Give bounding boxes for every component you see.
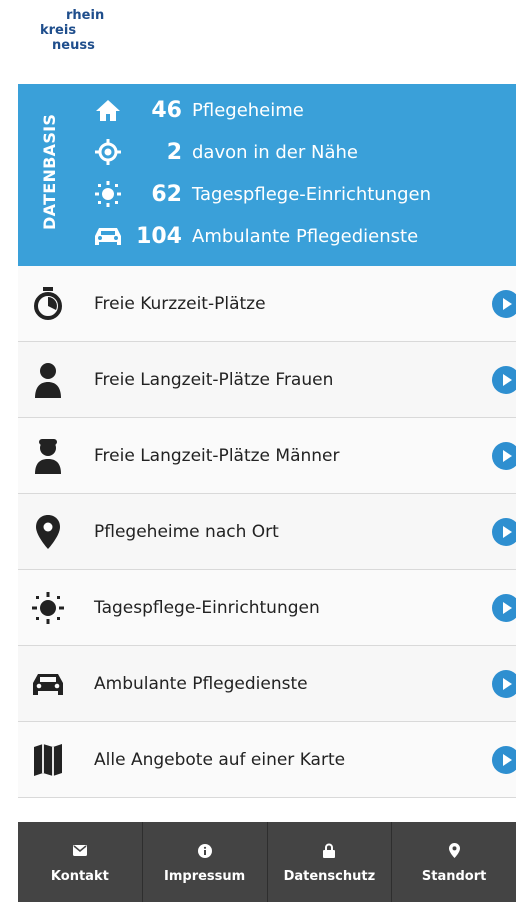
footer-nav: Kontakt Impressum Datenschutz Standort — [18, 822, 516, 902]
rhein-kreis-neuss-logo: rhein kreis neuss — [30, 8, 150, 66]
menu-list: Freie Kurzzeit-Plätze Freie Langzeit-Plä… — [18, 266, 516, 798]
car-icon — [22, 658, 74, 710]
menu-item-pflegeheime-ort[interactable]: Pflegeheime nach Ort — [18, 494, 516, 570]
stat-value: 46 — [151, 97, 182, 123]
footer-tab-impressum[interactable]: Impressum — [143, 822, 268, 902]
car-icon — [88, 216, 128, 256]
panel-label: DATENBASIS — [40, 113, 59, 230]
arrow-right-icon[interactable] — [492, 289, 516, 318]
menu-item-label: Freie Kurzzeit-Plätze — [94, 293, 266, 314]
man-icon — [22, 430, 74, 482]
map-icon — [22, 734, 74, 786]
footer-tab-datenschutz[interactable]: Datenschutz — [268, 822, 393, 902]
footer-tab-standort[interactable]: Standort — [392, 822, 516, 902]
stat-label: Tagespflege-Einrichtungen — [192, 183, 432, 205]
sun-icon — [22, 582, 74, 634]
menu-item-karte[interactable]: Alle Angebote auf einer Karte — [18, 722, 516, 798]
logo-line-1: rhein — [66, 8, 105, 23]
map-pin-icon — [22, 506, 74, 558]
map-pin-icon — [444, 841, 464, 861]
woman-icon — [22, 354, 74, 406]
stat-row-tagespflege: 62 Tagespflege-Einrichtungen — [88, 174, 431, 214]
arrow-right-icon[interactable] — [492, 669, 516, 698]
stat-row-ambulant: 104 Ambulante Pflegedienste — [88, 216, 418, 256]
menu-item-label: Alle Angebote auf einer Karte — [94, 749, 346, 770]
stat-value: 104 — [136, 223, 182, 249]
sun-icon — [88, 174, 128, 214]
menu-item-langzeit-frauen[interactable]: Freie Langzeit-Plätze Frauen — [18, 342, 516, 418]
stopwatch-icon — [22, 278, 74, 330]
arrow-right-icon[interactable] — [492, 365, 516, 394]
footer-tab-label: Standort — [421, 868, 487, 884]
menu-item-tagespflege[interactable]: Tagespflege-Einrichtungen — [18, 570, 516, 646]
arrow-right-icon[interactable] — [492, 745, 516, 774]
footer-tab-label: Kontakt — [50, 868, 109, 884]
logo-line-3: neuss — [52, 38, 95, 53]
menu-item-langzeit-maenner[interactable]: Freie Langzeit-Plätze Männer — [18, 418, 516, 494]
logo-line-2: kreis — [40, 23, 77, 38]
footer-tab-label: Datenschutz — [283, 868, 376, 884]
stat-label: Pflegeheime — [192, 99, 304, 121]
arrow-right-icon[interactable] — [492, 593, 516, 622]
data-overview-panel: DATENBASIS 46 Pflegeheime 2 davon in der… — [18, 84, 516, 266]
menu-item-label: Pflegeheime nach Ort — [94, 521, 279, 542]
footer-tab-label: Impressum — [164, 868, 246, 884]
footer-tab-kontakt[interactable]: Kontakt — [18, 822, 143, 902]
stat-row-nearby: 2 davon in der Nähe — [88, 132, 358, 172]
info-icon — [195, 841, 215, 861]
menu-item-label: Ambulante Pflegedienste — [94, 673, 308, 694]
menu-item-label: Freie Langzeit-Plätze Männer — [94, 445, 340, 466]
lock-icon — [319, 841, 339, 861]
stat-row-pflegeheime: 46 Pflegeheime — [88, 90, 304, 130]
mail-icon — [70, 841, 90, 861]
menu-item-label: Freie Langzeit-Plätze Frauen — [94, 369, 334, 390]
stat-value: 2 — [166, 139, 182, 165]
home-icon — [88, 90, 128, 130]
menu-item-label: Tagespflege-Einrichtungen — [94, 597, 320, 618]
arrow-right-icon[interactable] — [492, 517, 516, 546]
stat-value: 62 — [151, 181, 182, 207]
stat-label: davon in der Nähe — [192, 141, 358, 163]
arrow-right-icon[interactable] — [492, 441, 516, 470]
menu-item-ambulant[interactable]: Ambulante Pflegedienste — [18, 646, 516, 722]
location-target-icon — [88, 132, 128, 172]
menu-item-kurzzeit[interactable]: Freie Kurzzeit-Plätze — [18, 266, 516, 342]
stat-label: Ambulante Pflegedienste — [192, 225, 419, 247]
